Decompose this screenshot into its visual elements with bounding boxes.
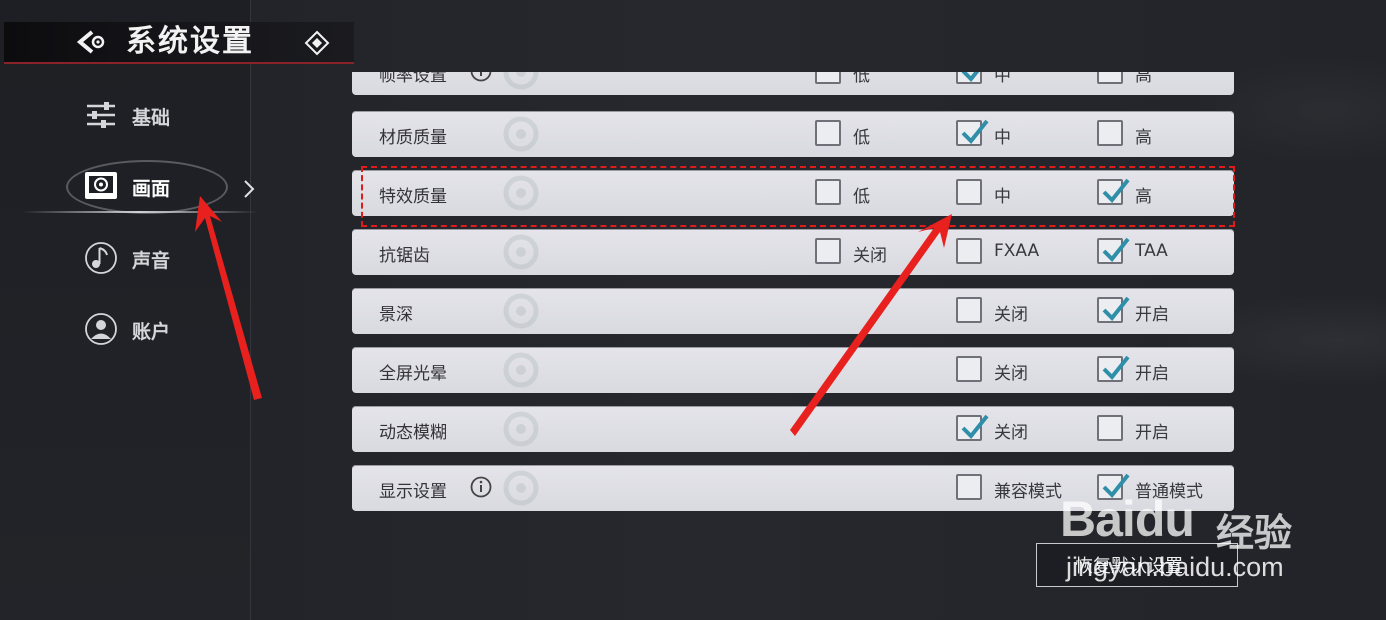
- checkmark-icon: [961, 414, 989, 439]
- option-label: 开启: [1135, 364, 1169, 384]
- setting-row-depth-of-field: 景深 关闭 开启: [352, 288, 1234, 334]
- option-label: 关闭: [994, 423, 1028, 443]
- option-label: 高: [1135, 72, 1152, 86]
- diamond-icon: [304, 30, 330, 56]
- checkbox-checked[interactable]: [956, 72, 982, 84]
- page-title: 系统设置: [126, 24, 254, 59]
- checkbox-checked[interactable]: [956, 414, 989, 441]
- option-label: 开启: [1135, 423, 1169, 443]
- checkbox[interactable]: [956, 297, 982, 323]
- emblem-watermark-icon: [503, 411, 539, 447]
- emblem-watermark-icon: [503, 293, 539, 329]
- sidebar-item-label: 账户: [132, 321, 171, 343]
- checkbox-checked[interactable]: [956, 119, 989, 146]
- setting-row-motion-blur: 动态模糊 关闭 开启: [352, 406, 1234, 452]
- emblem-watermark-icon: [503, 116, 539, 152]
- sidebar-item-label: 基础: [132, 107, 171, 129]
- music-note-icon: [85, 242, 117, 274]
- checkbox[interactable]: [815, 72, 841, 84]
- title-bar: 系统设置: [4, 22, 354, 64]
- checkmark-icon: [1102, 237, 1130, 262]
- user-icon: [85, 313, 117, 345]
- setting-row-bloom: 全屏光晕 关闭 开启: [352, 347, 1234, 393]
- option-label: 关闭: [994, 305, 1028, 325]
- emblem-watermark-icon: [503, 470, 539, 506]
- info-icon[interactable]: [470, 476, 492, 498]
- setting-row-frame-rate: 帧率设置 低 中 高: [352, 72, 1234, 95]
- settings-list[interactable]: 帧率设置 低 中 高 材质质量 低 中 高 特效质量 低 中 高 抗锯齿 关闭 …: [340, 72, 1250, 522]
- sidebar-item-basic[interactable]: 基础: [84, 95, 244, 135]
- option-label: 关闭: [994, 364, 1028, 384]
- setting-row-anti-aliasing: 抗锯齿 关闭 FXAA TAA: [352, 229, 1234, 275]
- checkmark-icon: [1102, 296, 1130, 321]
- option-label: 中: [994, 128, 1011, 148]
- checkbox-checked[interactable]: [1097, 237, 1130, 264]
- setting-row-texture-quality: 材质质量 低 中 高: [352, 111, 1234, 157]
- checkbox-checked[interactable]: [1097, 296, 1130, 323]
- option-label: TAA: [1135, 241, 1168, 261]
- setting-label: 材质质量: [379, 128, 447, 148]
- checkbox[interactable]: [815, 238, 841, 264]
- baidu-logo: Baidu: [1060, 491, 1195, 547]
- setting-label: 动态模糊: [379, 423, 447, 443]
- setting-label: 全屏光晕: [379, 364, 447, 384]
- sidebar-item-sound[interactable]: 声音: [84, 238, 244, 278]
- checkmark-icon: [961, 119, 989, 144]
- baidu-jingyan-watermark: Baidu 经验 jingyan.baidu.com: [1060, 490, 1320, 590]
- option-label: 低: [853, 72, 870, 86]
- option-label: 开启: [1135, 305, 1169, 325]
- setting-label: 帧率设置: [379, 72, 447, 86]
- annotation-highlight-box: [361, 166, 1235, 227]
- display-icon: [85, 172, 117, 199]
- sidebar-item-display[interactable]: 画面: [84, 166, 244, 206]
- checkbox-checked[interactable]: [1097, 355, 1130, 382]
- option-label: 中: [994, 72, 1011, 86]
- emblem-watermark-icon: [503, 234, 539, 270]
- back-icon[interactable]: [76, 28, 110, 56]
- sidebar-item-label: 画面: [132, 178, 171, 200]
- checkbox[interactable]: [1097, 415, 1123, 441]
- checkbox[interactable]: [1097, 72, 1123, 84]
- chevron-right-icon: [244, 180, 255, 198]
- checkbox[interactable]: [1097, 120, 1123, 146]
- checkbox[interactable]: [815, 120, 841, 146]
- checkmark-icon: [1102, 355, 1130, 380]
- jingyan-brand: 经验: [1216, 511, 1293, 555]
- option-label: 高: [1135, 128, 1152, 148]
- sidebar-item-label: 声音: [132, 250, 171, 272]
- setting-label: 显示设置: [379, 482, 447, 502]
- info-icon[interactable]: [470, 72, 492, 82]
- option-label: 兼容模式: [994, 482, 1062, 502]
- sidebar-item-account[interactable]: 账户: [84, 309, 244, 349]
- checkmark-icon: [961, 72, 980, 82]
- option-label: 低: [853, 128, 870, 148]
- active-nav-underline: [22, 211, 258, 213]
- watermark-url: jingyan.baidu.com: [1066, 552, 1284, 582]
- setting-label: 抗锯齿: [379, 246, 430, 266]
- sliders-icon: [87, 102, 115, 128]
- emblem-watermark-icon: [503, 72, 539, 90]
- setting-label: 景深: [379, 305, 413, 325]
- emblem-watermark-icon: [503, 352, 539, 388]
- option-label: FXAA: [994, 241, 1040, 261]
- checkbox[interactable]: [956, 356, 982, 382]
- checkbox[interactable]: [956, 474, 982, 500]
- checkbox[interactable]: [956, 238, 982, 264]
- option-label: 关闭: [853, 246, 887, 266]
